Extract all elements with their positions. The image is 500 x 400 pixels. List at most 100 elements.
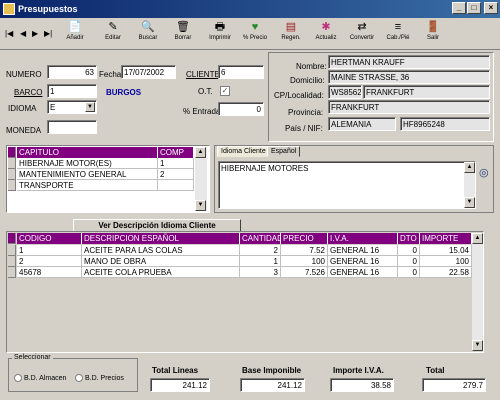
iva-header[interactable]: I.V.A. bbox=[328, 233, 398, 244]
almacen-radio[interactable]: B.D. Almacen bbox=[14, 374, 66, 382]
table-cell[interactable]: 7.526 bbox=[281, 267, 328, 278]
idioma-select[interactable]: E ▼ bbox=[47, 100, 97, 114]
list-item[interactable]: 2 bbox=[158, 169, 194, 180]
barco-field[interactable]: 1 bbox=[47, 84, 97, 98]
capitulo-header[interactable]: CAPITULO bbox=[17, 147, 158, 158]
header-footer-button[interactable]: ≡ Cab./Pié bbox=[381, 19, 415, 49]
prev-record-icon[interactable]: ◀ bbox=[20, 29, 26, 38]
scroll-up-icon[interactable]: ▲ bbox=[195, 147, 206, 158]
list-item[interactable]: TRANSPORTE bbox=[17, 180, 158, 191]
ot-checkbox[interactable]: ✓ bbox=[220, 86, 230, 96]
next-record-icon[interactable]: ▶ bbox=[32, 29, 38, 38]
table-cell[interactable]: 100 bbox=[281, 256, 328, 267]
search-button[interactable]: 🔍 Buscar bbox=[131, 19, 165, 49]
description-text[interactable]: HIBERNAJE MOTORES bbox=[218, 161, 476, 209]
codigo-header[interactable]: CODIGO bbox=[17, 233, 82, 244]
scroll-down-icon[interactable]: ▼ bbox=[472, 340, 483, 351]
list-item[interactable]: 1 bbox=[158, 158, 194, 169]
base-imponible-field: 241.12 bbox=[240, 378, 305, 392]
edit-button[interactable]: ✎ Editar bbox=[96, 19, 130, 49]
table-cell[interactable]: GENERAL 16 bbox=[328, 256, 398, 267]
barco-name: BURGOS bbox=[106, 88, 142, 97]
nif-field: HF8965248 bbox=[400, 117, 490, 131]
regen-button[interactable]: ▤ Regen. bbox=[274, 19, 308, 49]
importe-header[interactable]: IMPORTE bbox=[420, 233, 472, 244]
descripcion-header[interactable]: DESCRIPCION ESPAÑOL bbox=[82, 233, 240, 244]
row-indicator bbox=[8, 267, 16, 278]
scroll-down-icon[interactable]: ▼ bbox=[195, 200, 206, 211]
table-cell[interactable]: 3 bbox=[240, 267, 281, 278]
table-cell[interactable]: 2 bbox=[240, 245, 281, 256]
table-cell[interactable]: MANO DE OBRA bbox=[82, 256, 240, 267]
first-record-icon[interactable]: |◀ bbox=[5, 29, 13, 38]
fecha-label: Fecha bbox=[99, 70, 122, 79]
list-item[interactable]: MANTENIMIENTO GENERAL bbox=[17, 169, 158, 180]
pais-label: País / NIF: bbox=[285, 124, 323, 133]
delete-button[interactable]: 🗑 Borrar bbox=[166, 19, 200, 49]
tab-espanol[interactable]: Español bbox=[267, 146, 301, 157]
moneda-field[interactable] bbox=[47, 120, 97, 134]
moneda-label: MONEDA bbox=[6, 126, 42, 135]
convert-button[interactable]: ⇄ Convertir bbox=[345, 19, 379, 49]
minimize-button[interactable]: _ bbox=[452, 2, 466, 14]
table-cell[interactable]: 45678 bbox=[17, 267, 82, 278]
table-cell[interactable]: 100 bbox=[420, 256, 472, 267]
header-footer-icon: ≡ bbox=[394, 21, 402, 33]
ot-label: O.T. bbox=[198, 87, 213, 96]
table-cell[interactable]: 15.04 bbox=[420, 245, 472, 256]
scroll-up-icon[interactable]: ▲ bbox=[472, 233, 483, 244]
chevron-down-icon[interactable]: ▼ bbox=[85, 102, 95, 112]
tab-idioma-cliente[interactable]: Idioma Cliente bbox=[217, 146, 270, 157]
row-indicator bbox=[8, 256, 16, 267]
numero-field[interactable]: 63 bbox=[47, 65, 97, 79]
domicilio-field: MAINE STRASSE, 36 bbox=[328, 70, 490, 84]
scroll-down-icon[interactable]: ▼ bbox=[464, 197, 475, 208]
fecha-field[interactable]: 17/07/2002 bbox=[121, 65, 176, 79]
convert-icon: ⇄ bbox=[357, 21, 367, 33]
add-button[interactable]: 📄 Añadir bbox=[58, 19, 92, 49]
maximize-button[interactable]: □ bbox=[467, 2, 481, 14]
table-cell[interactable]: GENERAL 16 bbox=[328, 267, 398, 278]
list-item[interactable] bbox=[158, 180, 194, 191]
table-cell[interactable]: 0 bbox=[398, 267, 420, 278]
update-button[interactable]: ✱ Actualiz bbox=[309, 19, 343, 49]
table-cell[interactable]: ACEITE COLA PRUEBA bbox=[82, 267, 240, 278]
total-label: Total bbox=[426, 366, 445, 375]
table-cell[interactable]: 1 bbox=[17, 245, 82, 256]
scroll-up-icon[interactable]: ▲ bbox=[464, 162, 475, 173]
last-record-icon[interactable]: ▶| bbox=[44, 29, 52, 38]
row-indicator bbox=[8, 245, 16, 256]
table-cell[interactable]: 2 bbox=[17, 256, 82, 267]
printer-icon: 🖶 bbox=[214, 21, 226, 33]
table-cell[interactable]: 7.52 bbox=[281, 245, 328, 256]
toolbar: |◀ ◀ ▶ ▶| 📄 Añadir ✎ Editar 🔍 Buscar 🗑 Borra… bbox=[0, 18, 500, 50]
dto-header[interactable]: DTO bbox=[398, 233, 420, 244]
barco-label[interactable]: BARCO bbox=[14, 88, 42, 97]
base-imponible-label: Base Imponible bbox=[242, 366, 302, 375]
precio-header[interactable]: PRECIO bbox=[281, 233, 328, 244]
entrada-field[interactable]: 0 bbox=[218, 102, 264, 116]
cantidad-header[interactable]: CANTIDAD bbox=[240, 233, 283, 244]
exit-button[interactable]: 🚪 Salir bbox=[416, 19, 450, 49]
lines-scrollbar[interactable] bbox=[472, 233, 483, 351]
table-cell[interactable]: GENERAL 16 bbox=[328, 245, 398, 256]
table-cell[interactable]: ACEITE PARA LAS COLAS bbox=[82, 245, 240, 256]
precios-radio[interactable]: B.D. Precios bbox=[75, 374, 124, 382]
cliente-field[interactable]: 6 bbox=[218, 65, 264, 79]
binoculars-icon[interactable]: ◎ bbox=[479, 166, 489, 179]
list-item[interactable]: HIBERNAJE MOTOR(ES) bbox=[17, 158, 158, 169]
comp-header[interactable]: COMP bbox=[158, 147, 194, 158]
table-cell[interactable]: 22.58 bbox=[420, 267, 472, 278]
title-bar: Presupuestos _ □ × bbox=[0, 0, 500, 18]
close-button[interactable]: × bbox=[484, 2, 498, 14]
grid-corner bbox=[8, 147, 16, 158]
table-cell[interactable]: 0 bbox=[398, 256, 420, 267]
window-title: Presupuestos bbox=[18, 4, 78, 14]
idioma-label: IDIOMA bbox=[8, 104, 37, 113]
price-percent-button[interactable]: ♥% Precio bbox=[238, 19, 272, 49]
table-cell[interactable]: 0 bbox=[398, 245, 420, 256]
table-cell[interactable]: 1 bbox=[240, 256, 281, 267]
price-icon: ♥ bbox=[251, 21, 259, 33]
cliente-label[interactable]: CLIENTE bbox=[186, 70, 220, 79]
print-button[interactable]: 🖶 Imprimir bbox=[203, 19, 237, 49]
